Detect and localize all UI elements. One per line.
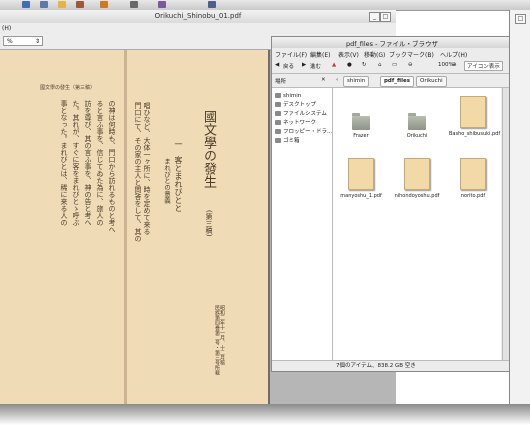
pdf-thumbnail-icon [460,158,486,190]
help-menu[interactable]: (H) [2,25,11,32]
zoom-in-icon[interactable]: ⊕ [452,62,457,68]
menu-edit[interactable]: 編集(E) [310,50,330,59]
sidebar-item-filesystem[interactable]: ファイルシステム [275,110,327,118]
places-select[interactable]: 場所 [275,77,286,85]
file-item[interactable]: nihondoyoshu.pdf [393,158,441,199]
text-column: 訪を尊び、其の言ふ事を、神の告と考へ [84,100,92,226]
pdf-thumbnail-icon [404,158,430,190]
pdf-thumbnail-icon [460,96,486,128]
sidebar-item-network[interactable]: ネットワーク [275,119,316,127]
menu-help[interactable]: ヘルプ(H) [440,50,467,59]
zoom-select[interactable]: % ⇕ [3,36,43,46]
file-name: Frazer [353,133,369,139]
zoom-value: % [7,38,13,45]
help-icon[interactable] [208,1,216,8]
file-name: norito.pdf [460,193,486,199]
file-browser-toolbar: ◀ 戻る ▶ 進む ▲ ● ↻ ⌂ ▭ ⊖ 100% ⊕ アイコン表示 [272,59,512,74]
menu-file[interactable]: ファイル(F) [275,50,307,59]
chevron-icon: ⇕ [34,38,40,45]
viewer-menubar: (H) [0,23,396,34]
document-page: 國文學の發生 (第三稿) 一 客とまれびとと まれびとの意義 唱ひなど、大体一ヶ… [0,50,270,410]
sidebar-item-floppy[interactable]: フロッピー・ドラ... [275,128,332,136]
floppy-icon [275,129,281,134]
places-sidebar: shimin デスクトップ ファイルシステム ネットワーク フロッピー・ドラ..… [272,88,333,360]
media-icon[interactable] [100,1,108,8]
file-item[interactable]: Frazer [337,113,385,139]
mail-icon[interactable] [40,1,48,8]
crumb-orikuchi[interactable]: Orikuchi [416,76,447,87]
network-icon [275,120,281,125]
page-title: 國文學の發生 [201,110,216,188]
menu-bookmarks[interactable]: ブックマーク(B) [389,50,434,59]
file-browser-window: pdf_files - ファイル・ブラウザ ファイル(F) 編集(E) 表示(V… [271,36,513,372]
folder-icon [408,113,426,130]
reload-icon[interactable]: ↻ [362,62,367,68]
crumb-pdf-files[interactable]: pdf_files [380,76,414,87]
text-column: 唱ひなど、大体一ヶ所に、時を定めて来る [143,102,151,235]
location-bar: 場所 ✕ ‹ shimin pdf_files Orikuchi [272,74,512,88]
stop-icon[interactable]: ● [347,62,352,68]
editor-icon[interactable] [58,1,66,8]
text-column: ると言ふ事を、信じてゐた為に、旅人の [96,100,104,226]
sidebar-item-home[interactable]: shimin [275,92,301,100]
back-button[interactable]: 戻る [283,62,294,70]
drive-icon [275,111,281,116]
trash-icon [275,138,281,143]
menu-go[interactable]: 移動(G) [364,50,385,59]
terminal-icon[interactable] [76,1,84,8]
image-icon[interactable] [158,1,166,8]
sidebar-item-trash[interactable]: ゴミ箱 [275,137,300,145]
crumb-shimin[interactable]: shimin [343,76,370,87]
section-subhead: まれびとの意義 [162,158,171,204]
text-column: 門口にて、その家の主人と問答をして、其の [134,102,142,242]
file-name: Orikuchi [406,133,428,139]
forward-icon[interactable]: ▶ [302,62,306,68]
pdf-thumbnail-icon [348,158,374,190]
close-sidebar-icon[interactable]: ✕ [321,77,326,83]
view-mode-select[interactable]: アイコン表示 [464,61,503,71]
text-column: 事となった。まれびとは、稀に来る人の [60,100,68,226]
tools-icon[interactable] [130,1,138,8]
status-bar: 7個のアイテム、838.2 GB 空き [272,360,512,370]
crumb-prev-icon[interactable]: ‹ [336,77,338,83]
section-heading: 一 客とまれびとと [174,140,183,212]
home-icon[interactable]: ⌂ [378,62,382,68]
computer-icon[interactable]: ▭ [392,62,397,68]
file-name: manyoshu_1.pdf [340,193,382,199]
browser-icon[interactable] [22,1,30,8]
page-gutter [124,50,127,410]
sidebar-item-desktop[interactable]: デスクトップ [275,101,316,109]
desktop-icon [275,102,281,107]
home-folder-icon [275,93,281,98]
file-browser-menubar: ファイル(F) 編集(E) 表示(V) 移動(G) ブックマーク(B) ヘルプ(… [272,48,512,59]
file-browser-title: pdf_files - ファイル・ブラウザ [345,40,439,48]
file-icon-view: Frazer Orikuchi Basho_shibusuki.pdf many… [333,88,501,360]
footnote: 昭和二年十一月、十二月稿 民族第四巻第二号・第三号所載 [214,305,225,375]
zoom-out-icon[interactable]: ⊖ [408,62,413,68]
file-item[interactable]: manyoshu_1.pdf [337,158,385,199]
text-column: の神は何時も、門口から訪れるものと考へ [108,100,116,233]
page-header: 國文學の發生（第三稿） [40,85,96,91]
file-item[interactable]: norito.pdf [449,158,497,199]
file-browser-titlebar[interactable]: pdf_files - ファイル・ブラウザ [272,37,512,48]
viewer-titlebar[interactable]: Orikuchi_Shinobu_01.pdf _ □ [0,10,396,24]
up-icon[interactable]: ▲ [332,62,336,68]
text-column: た。其れが、すぐに客をまれびとゝ呼ぶ [72,100,80,226]
folder-icon [352,113,370,130]
window-shadow [0,404,530,425]
file-item[interactable]: Basho_shibusuki.pdf [449,96,501,137]
maximize-button[interactable]: □ [380,12,391,22]
back-icon[interactable]: ◀ [275,62,279,68]
forward-button[interactable]: 進む [310,62,321,70]
minimize-button[interactable]: _ [369,12,380,22]
file-name: nihondoyoshu.pdf [394,193,440,199]
viewer-title: Orikuchi_Shinobu_01.pdf [154,12,242,20]
file-name: Basho_shibusuki.pdf [449,131,501,137]
file-item[interactable]: Orikuchi [393,113,441,139]
background-window-button[interactable]: □ [515,14,526,24]
background-window-edge: □ [509,10,530,405]
page-subtitle: (第三稿) [205,210,213,237]
menu-view[interactable]: 表示(V) [338,50,359,59]
